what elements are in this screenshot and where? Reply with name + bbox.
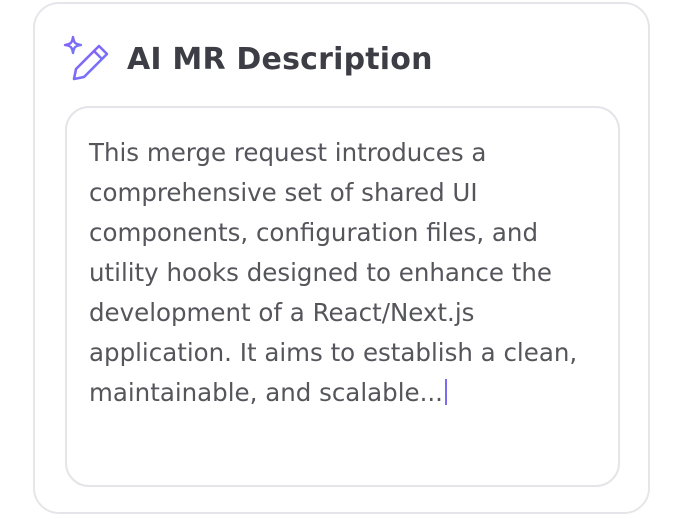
sparkle-pencil-icon	[63, 35, 109, 81]
text-cursor	[444, 379, 447, 405]
ai-mr-description-card: AI MR Description This merge request int…	[33, 2, 650, 514]
card-header: AI MR Description	[63, 34, 433, 84]
description-content: This merge request introduces a comprehe…	[89, 138, 578, 407]
card-title: AI MR Description	[127, 41, 433, 77]
description-textarea[interactable]: This merge request introduces a comprehe…	[65, 106, 620, 487]
description-text: This merge request introduces a comprehe…	[89, 133, 598, 413]
